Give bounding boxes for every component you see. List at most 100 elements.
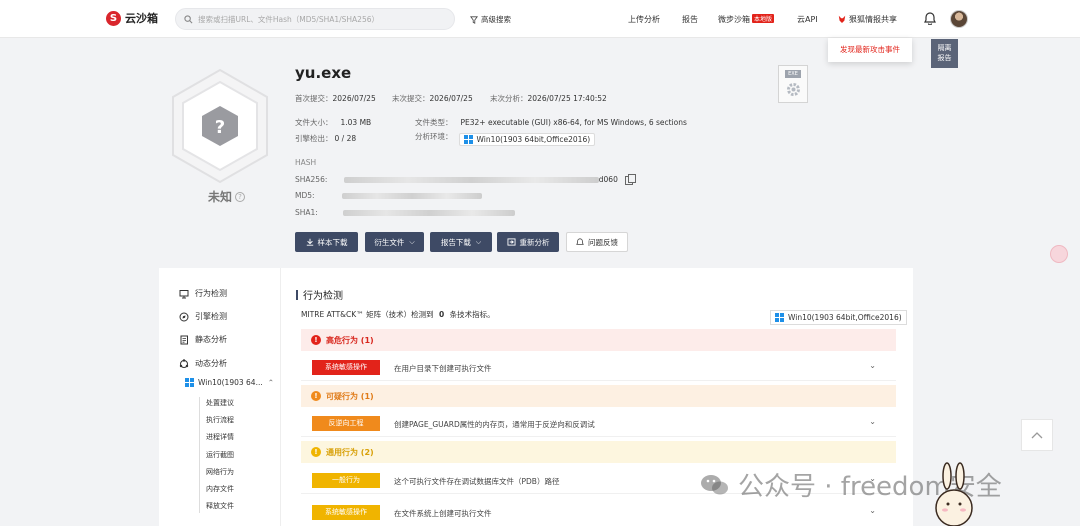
hash-title: HASH [295, 158, 317, 167]
download-icon [306, 238, 313, 246]
sidebar-item-behavior[interactable]: 行为检测 [179, 288, 227, 299]
logo[interactable]: S 云沙箱 [106, 10, 158, 26]
behavior-desc: 创建PAGE_GUARD属性的内存页，通常用于反逆向和反调试 [394, 420, 595, 429]
nav-cloud-api[interactable]: 云API [797, 14, 818, 25]
tree-item[interactable]: 处置建议 [206, 398, 234, 408]
sample-download-button[interactable]: 样本下载 [295, 232, 358, 252]
section-general[interactable]: ! 通用行为 (2) [301, 441, 896, 463]
tree-item[interactable]: 运行截图 [206, 450, 234, 460]
verdict-text: 未知 [208, 190, 233, 204]
verdict-label: 未知? [208, 188, 246, 205]
mitre-summary: MITRE ATT&CK™ 矩阵（技术）检测到 0 条技术指标。 [301, 310, 495, 319]
behavior-tag: 反逆向工程 [312, 416, 380, 431]
search-icon [184, 14, 193, 23]
tree-item[interactable]: 进程详情 [206, 432, 234, 442]
tree-item[interactable]: 网络行为 [206, 467, 234, 477]
help-icon[interactable]: ? [235, 191, 246, 202]
behavior-tag: 系统敏感操作 [312, 360, 380, 375]
isolate-report-button[interactable]: 隔离 报告 [931, 39, 958, 68]
logo-text: 云沙箱 [125, 12, 158, 25]
logo-mark-icon: S [106, 10, 121, 26]
hexagon-symbol: ? [215, 117, 225, 138]
latest-attack-popup[interactable]: 发现最新攻击事件 [828, 38, 912, 62]
cycle-icon [179, 358, 189, 369]
derived-files-button[interactable]: 衍生文件 ⌵ [365, 232, 424, 252]
behavior-desc: 这个可执行文件存在调试数据库文件（PDB）路径 [394, 477, 560, 486]
section-title: 行为检测 [296, 287, 343, 302]
chevron-up-icon [1031, 432, 1043, 439]
chevron-down-icon[interactable]: ⌄ [869, 361, 876, 370]
chevron-up-icon: ⌃ [267, 378, 275, 387]
nav-micro-sandbox[interactable]: 微步沙箱 本地版 [718, 14, 775, 25]
env-selector[interactable]: Win10(1903 64bit,Office2016) [770, 310, 907, 325]
sha1-redacted [343, 210, 516, 216]
monitor-icon [179, 289, 189, 299]
windows-icon [185, 378, 194, 387]
chevron-down-icon[interactable]: ⌄ [869, 417, 876, 426]
bunny-sticker-icon [935, 462, 973, 526]
sidebar-item-dynamic[interactable]: 动态分析 [179, 358, 227, 369]
behavior-row[interactable]: 系统敏感操作 在用户目录下创建可执行文件 ⌄ [301, 353, 896, 381]
section-suspicious[interactable]: ! 可疑行为 (1) [301, 385, 896, 407]
sha256-redacted [343, 177, 599, 183]
nav-intel-share[interactable]: 狠狐情报共享 [838, 14, 897, 25]
advanced-search-label: 高级搜索 [481, 15, 511, 24]
first-submit: 首次提交：2026/07/25 [295, 94, 376, 103]
tree-item[interactable]: 内存文件 [206, 484, 234, 494]
bell-icon[interactable] [924, 12, 936, 25]
nav-intel-share-label: 狠狐情报共享 [849, 15, 897, 24]
verdict-hexagon-icon: ? [172, 68, 268, 184]
search-input[interactable] [198, 14, 448, 24]
behavior-desc: 在用户目录下创建可执行文件 [394, 364, 492, 373]
windows-icon [775, 313, 784, 322]
nav-report[interactable]: 报告 [682, 14, 698, 25]
title-accent-bar [296, 289, 298, 300]
env-chip[interactable]: Win10(1903 64bit,Office2016) [458, 133, 596, 146]
chevron-down-icon: ⌵ [475, 237, 482, 246]
tree-item[interactable]: 执行流程 [206, 415, 234, 425]
sidebar-env-item[interactable]: Win10(1903 64... ⌃ [185, 378, 274, 387]
fox-icon [838, 15, 846, 23]
exe-file-icon: EXE [778, 65, 808, 103]
compass-icon [179, 312, 189, 322]
local-version-badge: 本地版 [752, 14, 775, 23]
last-submit: 末次提交：2026/07/25 [392, 94, 473, 103]
engine-detection: 引擎检出： 0 / 28 [295, 134, 357, 143]
bell-outline-icon [576, 238, 584, 245]
alert-icon: ! [311, 447, 321, 457]
refresh-icon [507, 238, 515, 246]
behavior-desc: 在文件系统上创建可执行文件 [394, 509, 492, 518]
sha256-row: SHA256: d060 [295, 173, 637, 185]
user-avatar[interactable] [950, 10, 968, 28]
top-navigation-bar: S 云沙箱 高级搜索 上传分析 报告 微步沙箱本地版 云API 狠狐情报共享 [0, 0, 1080, 38]
chevron-down-icon: ⌵ [409, 237, 415, 246]
section-high-risk[interactable]: ! 高危行为 (1) [301, 329, 896, 351]
isolate-label-line1: 隔离 [937, 44, 952, 52]
behavior-tag: 一般行为 [312, 473, 380, 488]
file-name: yu.exe [295, 64, 352, 82]
gear-icon [787, 83, 800, 96]
windows-icon [463, 135, 473, 144]
document-icon [179, 335, 189, 345]
advanced-search-link[interactable]: 高级搜索 [470, 14, 511, 25]
isolate-label-line2: 报告 [937, 54, 952, 62]
search-box[interactable] [175, 8, 455, 30]
file-size: 文件大小： 1.03 MB [295, 118, 372, 127]
chevron-down-icon[interactable]: ⌄ [869, 506, 876, 515]
file-type: 文件类型： PE32+ executable (GUI) x86-64, for … [415, 118, 687, 127]
nav-upload-analysis[interactable]: 上传分析 [628, 14, 660, 25]
behavior-row[interactable]: 反逆向工程 创建PAGE_GUARD属性的内存页，通常用于反逆向和反调试 ⌄ [301, 409, 896, 437]
sidebar-item-static[interactable]: 静态分析 [179, 334, 227, 345]
md5-row: MD5: [295, 191, 482, 200]
report-download-button[interactable]: 报告下载 ⌵ [430, 232, 492, 252]
floating-helper-icon[interactable] [1050, 245, 1068, 263]
feedback-button[interactable]: 问题反馈 [566, 232, 628, 252]
back-to-top-button[interactable] [1021, 419, 1053, 451]
reanalyze-button[interactable]: 重新分析 [497, 232, 559, 252]
copy-icon[interactable] [625, 173, 637, 185]
sidebar-item-engine[interactable]: 引擎检测 [179, 311, 227, 322]
md5-redacted [341, 193, 482, 199]
sha1-row: SHA1: [295, 208, 516, 217]
tree-item[interactable]: 释放文件 [206, 501, 234, 511]
wechat-icon [701, 474, 728, 494]
